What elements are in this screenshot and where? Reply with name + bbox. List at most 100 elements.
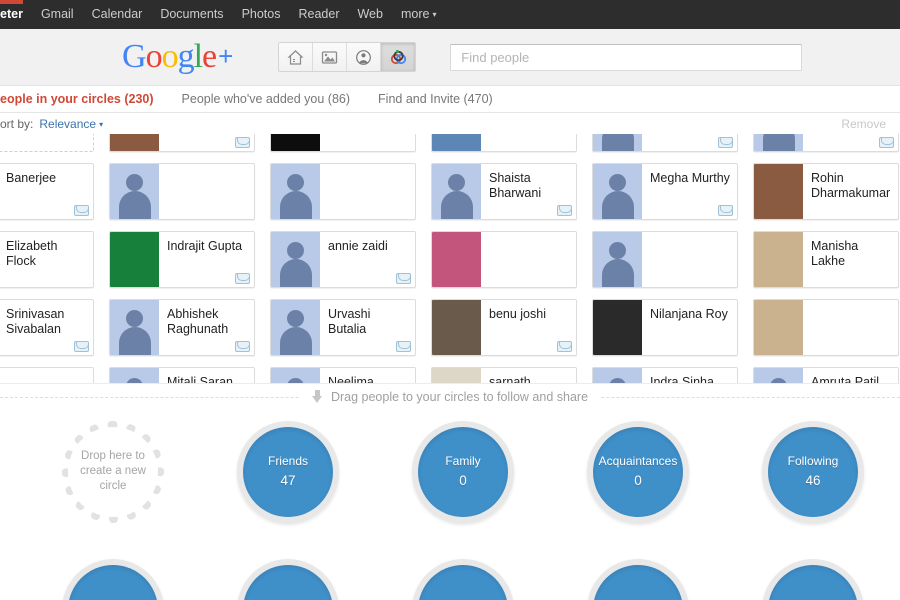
circles-icon[interactable] (381, 43, 416, 71)
person-card[interactable] (270, 163, 416, 220)
envelope-icon[interactable] (74, 205, 89, 216)
person-card[interactable]: Kumar (592, 134, 738, 152)
person-card[interactable]: Shaista Bharwani (431, 163, 577, 220)
topbar-item-reader[interactable]: Reader (289, 0, 348, 29)
person-card[interactable] (431, 134, 577, 152)
person-name: Nilanjana Roy (650, 307, 728, 321)
person-card[interactable]: Nilanjana Roy (592, 299, 738, 356)
circle-[interactable] (237, 559, 339, 600)
circle-name: Acquaintances (598, 454, 678, 468)
person-card[interactable] (431, 231, 577, 288)
home-icon[interactable] (279, 43, 314, 71)
circle-[interactable] (412, 559, 514, 600)
person-name: Neelima Mahajan (328, 375, 374, 383)
default-avatar-icon (110, 368, 159, 383)
circles-area: Drop here to create a new circle Friends 4… (0, 409, 900, 600)
person-card[interactable]: Rohin Dharmakumar (753, 163, 899, 220)
circle-name: Friends (267, 454, 308, 468)
envelope-icon[interactable] (74, 341, 89, 352)
person-card[interactable]: annie zaidi (270, 231, 416, 288)
person-name (159, 164, 254, 219)
person-card[interactable]: Indra Sinha (592, 367, 738, 383)
envelope-icon[interactable] (396, 273, 411, 284)
topbar-item-label: Photos (241, 7, 281, 21)
search-input[interactable] (459, 48, 794, 66)
topbar-item-more[interactable]: more ▾ (392, 0, 446, 29)
topbar-item-photos[interactable]: Photos (233, 0, 290, 29)
person-card[interactable]: Indrajit Gupta (109, 231, 255, 288)
person-card[interactable]: Manisha Lakhe (753, 231, 899, 288)
find-people-search[interactable] (450, 43, 803, 71)
person-name: Rohin Dharmakumar (811, 171, 891, 200)
envelope-icon[interactable] (879, 137, 894, 148)
circle-friends[interactable]: Friends 47 (237, 421, 339, 523)
photos-icon[interactable] (313, 43, 348, 71)
circle-[interactable] (62, 559, 164, 600)
tab-people-who-ve-added-you-86-[interactable]: People who've added you (86) (168, 86, 364, 112)
envelope-icon[interactable] (718, 137, 733, 148)
topbar-item-documents[interactable]: Documents (151, 0, 232, 29)
topbar-item-calendar[interactable]: Calendar (83, 0, 152, 29)
circle-acquaintances[interactable]: Acquaintances 0 (587, 421, 689, 523)
person-card[interactable] (592, 231, 738, 288)
tab-eople-in-your-circles-230-[interactable]: eople in your circles (230) (0, 86, 168, 112)
default-avatar-icon (271, 368, 320, 383)
person-card[interactable]: Banerjee (0, 163, 94, 220)
person-card[interactable]: Urvashi Butalia (270, 299, 416, 356)
circle-following[interactable]: Following 46 (762, 421, 864, 523)
circle-name: Drop here to create a new circle (80, 449, 146, 492)
default-avatar-icon (593, 368, 642, 383)
sort-by-value[interactable]: Relevance ▾ (39, 117, 103, 131)
envelope-icon[interactable] (557, 205, 572, 216)
default-avatar-icon (754, 134, 803, 151)
chevron-down-icon: ▾ (99, 119, 104, 129)
logo-plus: + (218, 41, 233, 71)
person-card[interactable]: Megha Murthy (592, 163, 738, 220)
person-card[interactable]: Krishnan (753, 134, 899, 152)
person-card[interactable]: Mukherjee (109, 134, 255, 152)
circles-row-secondary (0, 559, 900, 600)
person-card[interactable]: benu joshi (431, 299, 577, 356)
avatar (754, 164, 803, 219)
tab-find-and-invite-470-[interactable]: Find and Invite (470) (364, 86, 507, 112)
circle-[interactable] (587, 559, 689, 600)
default-avatar-icon (593, 134, 642, 151)
circle-name: Family (445, 454, 481, 468)
person-card[interactable] (109, 163, 255, 220)
person-name (803, 300, 898, 355)
person-card[interactable] (0, 367, 94, 383)
envelope-icon[interactable] (557, 341, 572, 352)
topbar-item-gmail[interactable]: Gmail (32, 0, 83, 29)
person-card[interactable]: sarnath banerjee (431, 367, 577, 383)
circle-[interactable] (762, 559, 864, 600)
person-drop-placeholder[interactable]: person (0, 134, 94, 152)
topbar-item-label: Calendar (91, 7, 143, 21)
topbar-item-eter[interactable]: eter (0, 0, 32, 29)
envelope-icon[interactable] (235, 341, 250, 352)
person-card[interactable]: Neelima Mahajan (270, 367, 416, 383)
circle-family[interactable]: Family 0 (412, 421, 514, 523)
person-card[interactable]: Mitali Saran (109, 367, 255, 383)
envelope-icon[interactable] (396, 341, 411, 352)
avatar (754, 232, 803, 287)
envelope-icon[interactable] (718, 205, 733, 216)
circle-text: Drop here to create a new circle (70, 449, 156, 496)
create-new-circle-dropzone[interactable]: Drop here to create a new circle (62, 421, 164, 523)
envelope-icon[interactable] (235, 137, 250, 148)
person-card[interactable]: Elizabeth Flock (0, 231, 94, 288)
topbar-item-web[interactable]: Web (348, 0, 391, 29)
remove-button[interactable]: Remove (841, 117, 886, 131)
person-card[interactable] (753, 299, 899, 356)
person-name (642, 232, 737, 287)
person-card[interactable]: Amruta Patil (753, 367, 899, 383)
circle-text: Following 46 (788, 452, 839, 492)
person-card[interactable] (270, 134, 416, 152)
avatar (110, 134, 159, 151)
person-name: Elizabeth Flock (6, 239, 58, 268)
profile-icon[interactable] (347, 43, 382, 71)
person-card[interactable]: Abhishek Raghunath (109, 299, 255, 356)
avatar (432, 368, 481, 383)
person-card[interactable]: Srinivasan Sivabalan (0, 299, 94, 356)
envelope-icon[interactable] (235, 273, 250, 284)
google-plus-logo[interactable]: Google+ (122, 40, 233, 74)
